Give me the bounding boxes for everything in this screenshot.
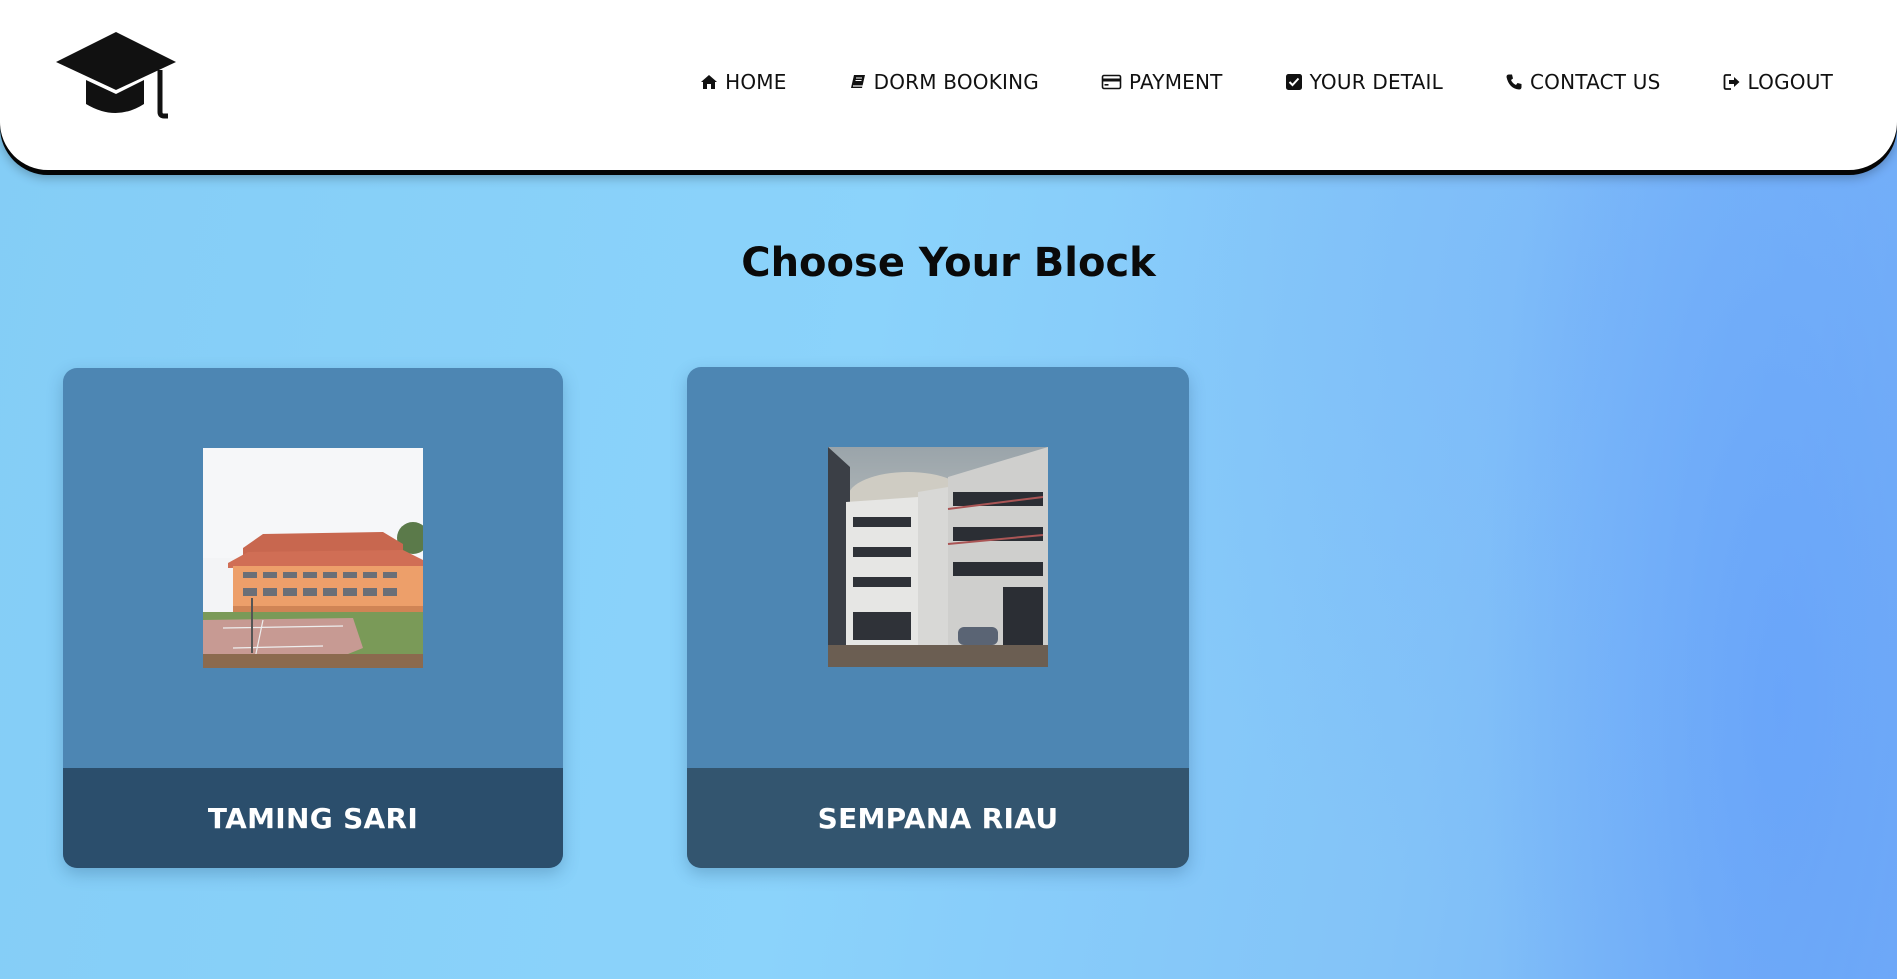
- nav-logout[interactable]: LOGOUT: [1723, 70, 1833, 94]
- block-card-sempana-riau[interactable]: SEMPANA RIAU: [687, 367, 1189, 868]
- nav-contact-us[interactable]: CONTACT US: [1505, 70, 1661, 94]
- credit-card-icon: [1101, 73, 1122, 91]
- block-card-taming-sari[interactable]: TAMING SARI: [63, 368, 563, 868]
- block-name: TAMING SARI: [207, 801, 419, 835]
- nav-logout-label: LOGOUT: [1747, 70, 1833, 94]
- book-icon: [849, 73, 867, 91]
- nav-payment-label: PAYMENT: [1128, 70, 1223, 94]
- graduation-cap-icon[interactable]: [54, 30, 178, 124]
- nav-home[interactable]: HOME: [700, 70, 786, 94]
- block-card-footer: TAMING SARI: [63, 768, 563, 868]
- top-header: HOME DORM BOOKING PAYMENT YOUR DETAIL CO…: [0, 0, 1897, 170]
- nav-your-detail[interactable]: YOUR DETAIL: [1285, 70, 1443, 94]
- nav-home-label: HOME: [725, 70, 787, 94]
- home-icon: [700, 73, 718, 91]
- sign-out-icon: [1723, 73, 1741, 91]
- check-square-icon: [1285, 73, 1303, 91]
- grey-dormitory-building-photo: [828, 447, 1048, 667]
- block-name: SEMPANA RIAU: [817, 801, 1059, 835]
- orange-dormitory-building-photo: [203, 448, 423, 668]
- nav-your-detail-label: YOUR DETAIL: [1309, 70, 1443, 94]
- page-title: Choose Your Block: [741, 240, 1156, 286]
- nav-payment[interactable]: PAYMENT: [1101, 70, 1223, 94]
- nav-dorm-booking[interactable]: DORM BOOKING: [849, 70, 1039, 94]
- main-nav: HOME DORM BOOKING PAYMENT YOUR DETAIL CO…: [700, 70, 1833, 94]
- block-card-footer: SEMPANA RIAU: [687, 768, 1189, 868]
- phone-icon: [1505, 73, 1523, 91]
- nav-dorm-booking-label: DORM BOOKING: [873, 70, 1039, 94]
- nav-contact-us-label: CONTACT US: [1529, 70, 1661, 94]
